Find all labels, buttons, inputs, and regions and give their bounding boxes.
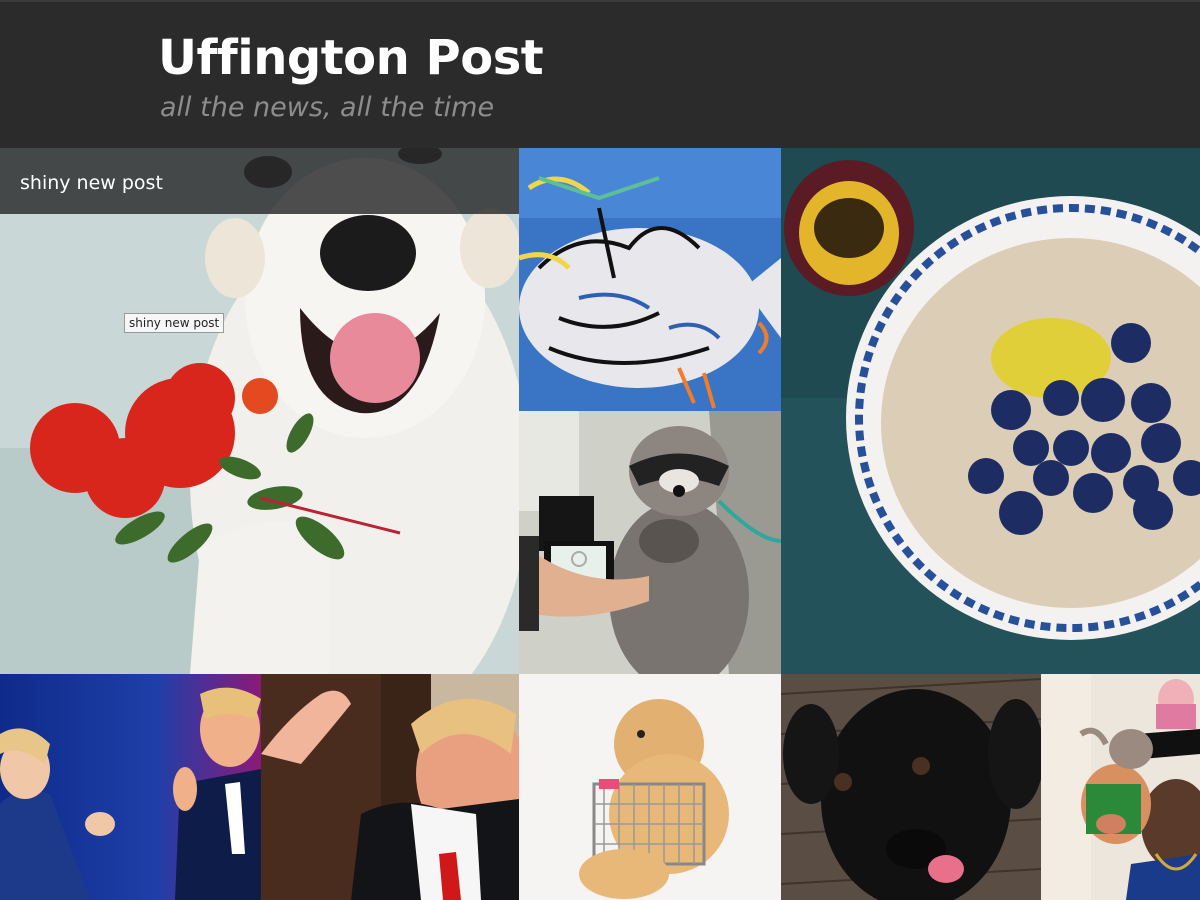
site-tagline: all the news, all the time [160,92,495,123]
post-image-cats-person[interactable] [1041,674,1200,900]
site-header: Uffington Post all the news, all the tim… [0,0,1200,148]
post-image-porridge[interactable] [781,148,1200,674]
post-image-debate[interactable] [0,674,261,900]
featured-post-caption[interactable]: shiny new post [20,172,163,194]
post-image-whale-painting[interactable] [519,148,781,411]
post-image-rabbit[interactable] [519,674,781,900]
post-image-black-puppy[interactable] [781,674,1041,900]
post-image-raccoon[interactable] [519,411,781,674]
post-image-politician[interactable] [261,674,519,900]
featured-post-image[interactable] [0,148,519,674]
site-title[interactable]: Uffington Post [158,30,544,86]
featured-post-tooltip: shiny new post [124,313,225,333]
